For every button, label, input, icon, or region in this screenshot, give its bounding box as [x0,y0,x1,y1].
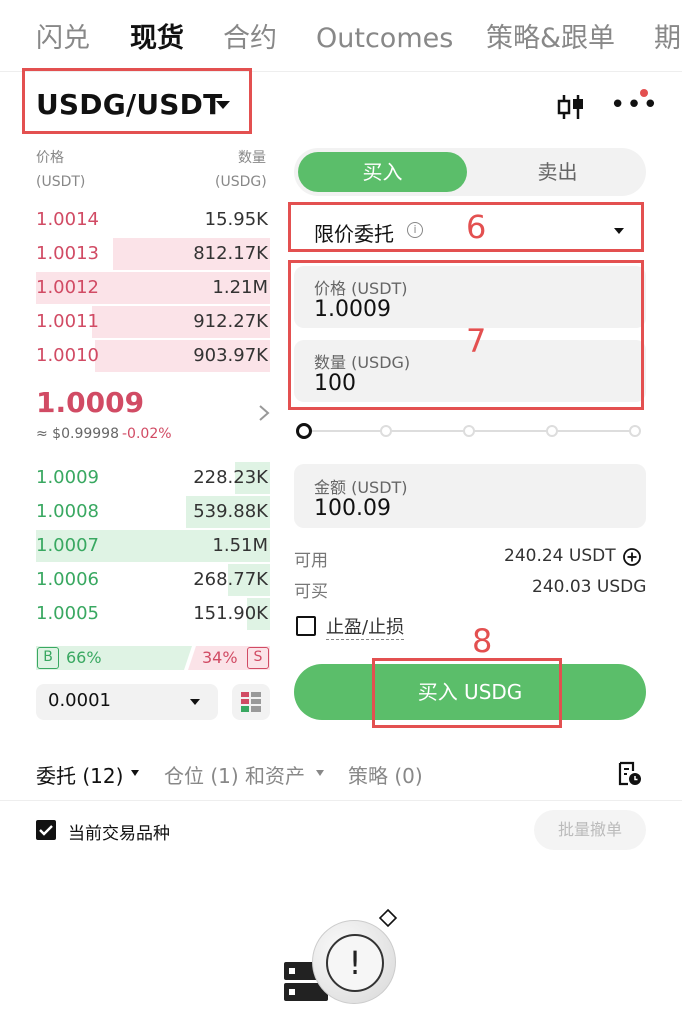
bid-price: 1.0008 [36,501,99,522]
add-funds-icon[interactable] [622,547,642,567]
ask-qty: 812.17K [193,243,268,264]
ask-row[interactable]: 1.0010 903.97K [36,340,270,372]
bid-row[interactable]: 1.0009 228.23K [36,462,270,494]
divider [0,800,682,801]
buy-badge: B [37,647,59,669]
bid-qty: 539.88K [193,501,268,522]
last-price-usd: ≈ $0.99998 [36,426,119,442]
available-label: 可用 [294,551,328,571]
bid-qty: 1.51M [212,535,268,556]
bid-row[interactable]: 1.0008 539.88K [36,496,270,528]
bid-row[interactable]: 1.0006 268.77K [36,564,270,596]
bid-qty: 268.77K [193,569,268,590]
tab-positions[interactable]: 仓位 (1) 和资产 [164,760,305,789]
current-pair-checkbox[interactable] [36,820,56,840]
price-unit: (USDT) [36,174,86,190]
exclamation-icon: ! [348,944,362,982]
tpsl-checkbox[interactable] [296,616,316,636]
ask-row[interactable]: 1.0011 912.27K [36,306,270,338]
more-icon[interactable]: ••• [610,92,659,118]
cancel-all-button[interactable]: 批量撤单 [534,810,646,850]
sell-ratio: 34% [202,648,238,667]
book-layout-icon [241,692,261,712]
available-value: 240.24 USDT [504,546,616,566]
buy-sell-ratio: B 66% 34% S [36,646,270,670]
ask-price: 1.0011 [36,311,99,332]
candlestick-chart-icon[interactable] [556,92,586,122]
buy-ratio: 66% [66,648,102,667]
bid-price: 1.0009 [36,467,99,488]
amount-input[interactable]: 100.09 [314,496,391,521]
tab-convert[interactable]: 闪兑 [36,22,90,56]
can-buy-label: 可买 [294,582,328,602]
bid-row[interactable]: 1.0007 1.51M [36,530,270,562]
ask-price: 1.0013 [36,243,99,264]
can-buy-value: 240.03 USDG [532,577,647,597]
book-layout-button[interactable] [232,684,270,720]
ask-qty: 15.95K [204,209,268,230]
bid-qty: 228.23K [193,467,268,488]
amount-field-label: 金额 (USDT) [314,478,408,497]
amount-slider[interactable] [296,420,642,442]
annotation-6: 6 [466,208,487,246]
current-pair-label: 当前交易品种 [68,824,170,844]
price-header: 价格 [36,150,64,166]
buy-tab[interactable]: 买入 [298,152,467,192]
chevron-right-icon[interactable] [258,404,270,422]
ask-qty: 1.21M [212,277,268,298]
order-history-icon[interactable] [616,760,644,788]
bid-price: 1.0006 [36,569,99,590]
ask-qty: 912.27K [193,311,268,332]
chevron-down-icon [316,770,324,776]
qty-unit: (USDG) [215,174,267,190]
annotation-7: 7 [466,322,487,360]
tab-strategies[interactable]: 策略 (0) [348,760,423,789]
precision-value: 0.0001 [48,690,111,711]
chevron-down-icon [131,770,139,776]
precision-select[interactable]: 0.0001 [36,684,218,720]
ask-price: 1.0010 [36,345,99,366]
ask-price: 1.0012 [36,277,99,298]
tab-spot[interactable]: 现货 [130,22,184,56]
bid-price: 1.0005 [36,603,99,624]
ask-row[interactable]: 1.0012 1.21M [36,272,270,304]
check-icon [39,825,53,836]
ask-row[interactable]: 1.0013 812.17K [36,238,270,270]
annotation-8: 8 [472,622,493,660]
tab-strategy-copy[interactable]: 策略&跟单 [486,22,615,56]
amount-field[interactable]: 金额 (USDT) 100.09 [294,464,646,528]
sell-badge: S [247,647,269,669]
notification-dot [640,89,648,97]
diamond-icon [378,908,398,928]
bid-price: 1.0007 [36,535,99,556]
tpsl-label[interactable]: 止盈/止损 [326,613,405,640]
highlight-box-8 [372,658,562,728]
ask-qty: 903.97K [193,345,268,366]
top-tabs: 闪兑 现货 合约 Outcomes 策略&跟单 期 [0,0,682,72]
tab-outcomes[interactable]: Outcomes [316,22,453,56]
side-toggle: 买入 卖出 [294,148,646,196]
bid-qty: 151.90K [193,603,268,624]
tab-options[interactable]: 期 [654,22,681,56]
highlight-box-pair [22,68,252,134]
sell-tab[interactable]: 卖出 [473,152,642,192]
qty-header: 数量 [238,150,266,166]
tab-futures[interactable]: 合约 [223,22,277,56]
chevron-down-icon [190,699,200,705]
tab-orders[interactable]: 委托 (12) [36,760,123,789]
ask-price: 1.0014 [36,209,99,230]
last-price: 1.0009 [36,386,145,419]
bid-row[interactable]: 1.0005 151.90K [36,598,270,630]
price-change: -0.02% [122,426,172,442]
ask-row[interactable]: 1.0014 15.95K [36,204,270,236]
alert-floating-button[interactable]: ! [312,920,396,1004]
